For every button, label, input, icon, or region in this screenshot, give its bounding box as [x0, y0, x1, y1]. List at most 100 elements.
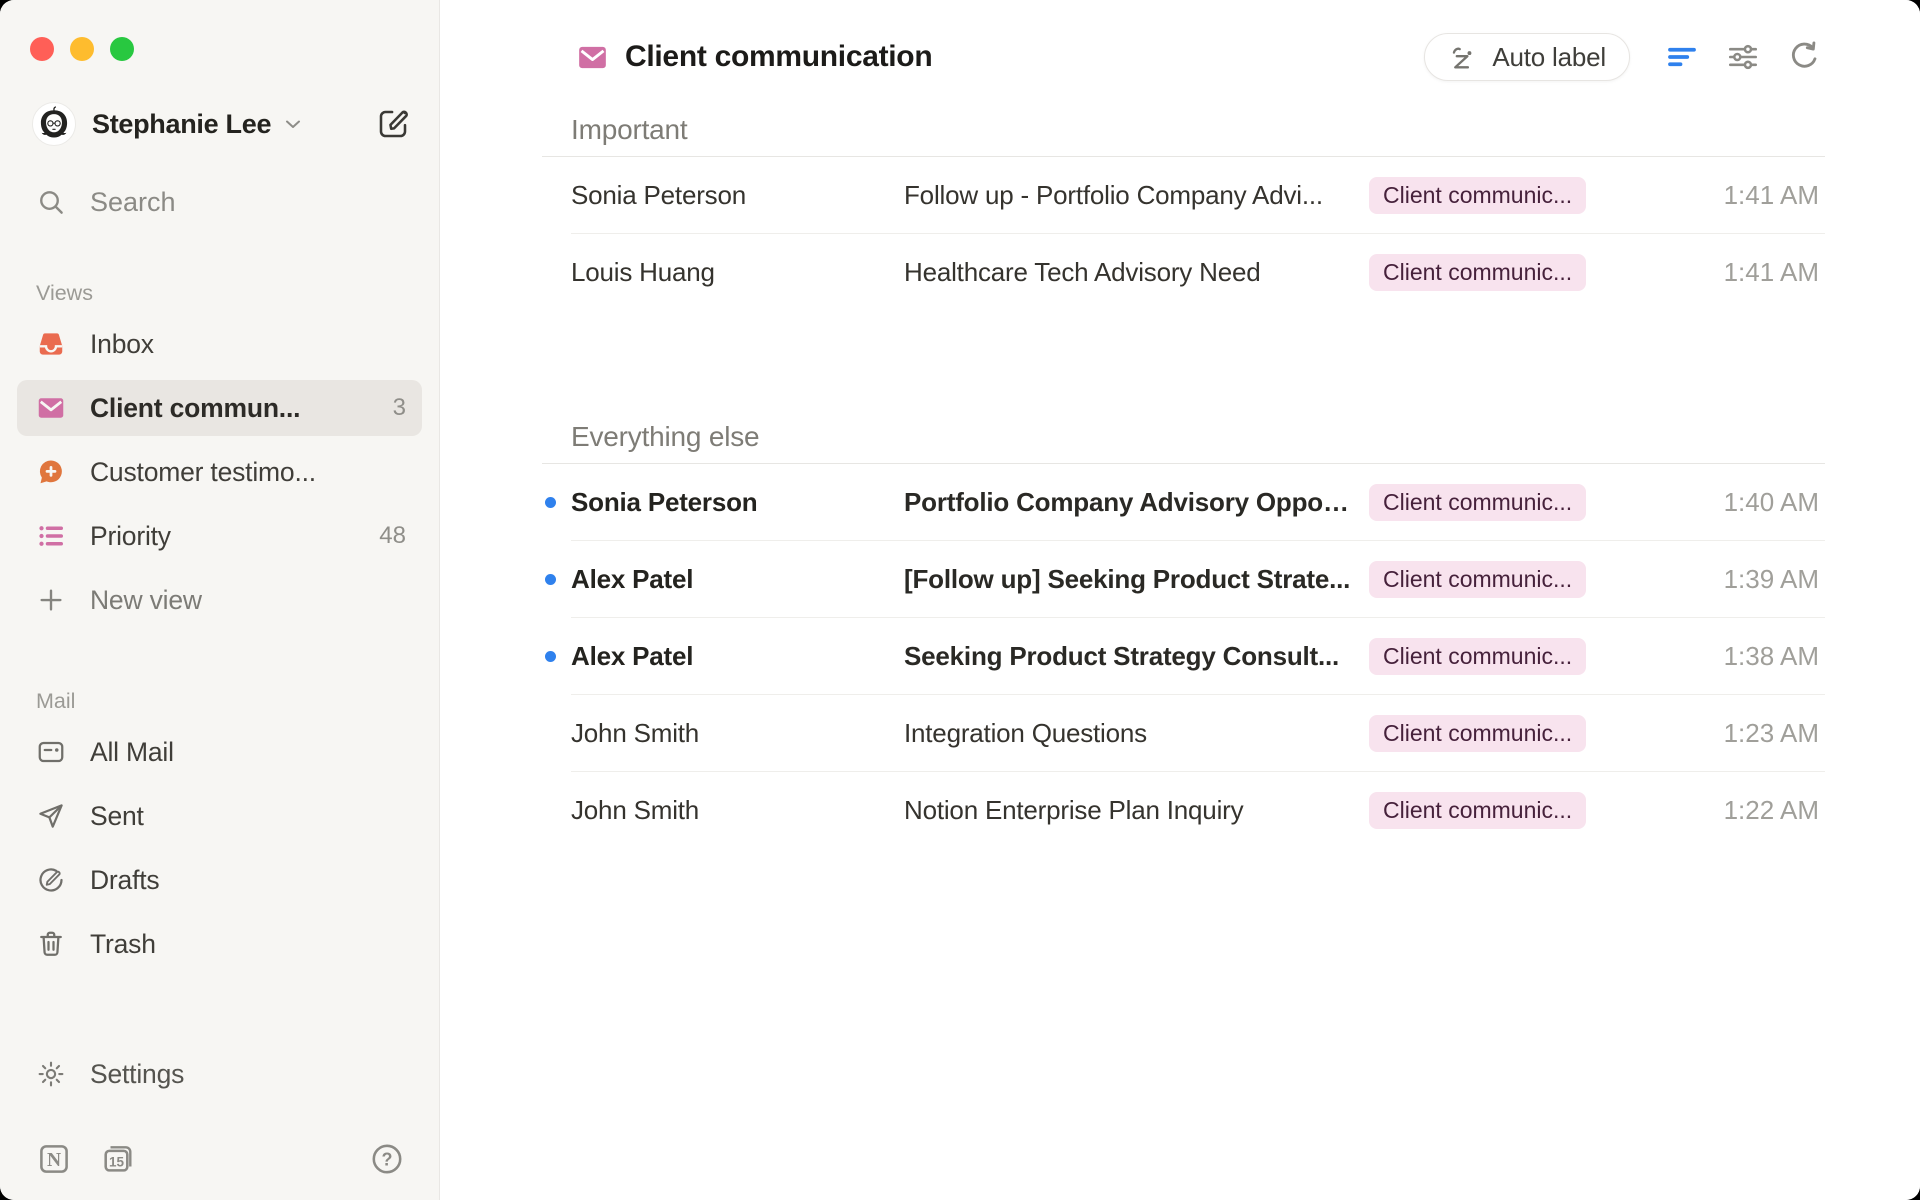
email-subject: Portfolio Company Advisory Oppor... — [904, 487, 1369, 518]
sidebar-item-trash[interactable]: Trash — [17, 916, 422, 972]
calendar-icon[interactable]: 15 — [100, 1141, 136, 1177]
email-section-important: ImportantSonia PetersonFollow up - Portf… — [542, 104, 1825, 311]
unread-count-badge: 3 — [393, 394, 406, 422]
email-list: ImportantSonia PetersonFollow up - Portf… — [542, 104, 1825, 849]
email-time: 1:39 AM — [1724, 564, 1825, 595]
label-envelope-icon — [576, 41, 609, 74]
email-time: 1:22 AM — [1724, 795, 1825, 826]
email-sender: Sonia Peterson — [571, 180, 904, 211]
search-label: Search — [90, 187, 176, 218]
sidebar-item-label: New view — [90, 585, 202, 616]
app-window: Stephanie Lee Search Views Inbox Client c… — [0, 0, 1920, 1200]
main-panel: Client communication Auto label Importan… — [440, 0, 1920, 1200]
chevron-down-icon — [281, 112, 305, 136]
email-subject: Integration Questions — [904, 718, 1369, 749]
email-time: 1:40 AM — [1724, 487, 1825, 518]
email-label-badge[interactable]: Client communic... — [1369, 254, 1586, 291]
views-section-label: Views — [17, 266, 422, 306]
unread-dot — [545, 651, 556, 662]
auto-label-button[interactable]: Auto label — [1424, 33, 1630, 81]
email-sender: Sonia Peterson — [571, 487, 904, 518]
email-sender: Alex Patel — [571, 641, 904, 672]
sidebar-item-label: Drafts — [90, 865, 159, 896]
minimize-button[interactable] — [70, 37, 94, 61]
auto-label-icon — [1448, 42, 1479, 73]
sidebar: Stephanie Lee Search Views Inbox Client c… — [0, 0, 440, 1200]
testimonial-icon — [36, 457, 66, 487]
display-settings-button[interactable] — [1725, 39, 1761, 75]
sidebar-item-client-commun[interactable]: Client commun...3 — [17, 380, 422, 436]
email-time: 1:41 AM — [1724, 180, 1825, 211]
email-section-everything-else: Everything elseSonia PetersonPortfolio C… — [542, 411, 1825, 849]
svg-text:N: N — [47, 1150, 61, 1171]
views-section: Views Inbox Client commun...3 Customer tes… — [17, 266, 422, 636]
plus-icon — [36, 585, 66, 615]
email-label-badge[interactable]: Client communic... — [1369, 177, 1586, 214]
email-row[interactable]: Alex PatelSeeking Product Strategy Consu… — [542, 618, 1825, 695]
sidebar-item-label: Priority — [90, 521, 171, 552]
notion-logo-icon[interactable]: N — [36, 1141, 72, 1177]
sidebar-item-customer-testimo[interactable]: Customer testimo... — [17, 444, 422, 500]
email-label-badge[interactable]: Client communic... — [1369, 792, 1586, 829]
email-subject: Healthcare Tech Advisory Need — [904, 257, 1369, 288]
email-label-badge[interactable]: Client communic... — [1369, 638, 1586, 675]
email-sender: Alex Patel — [571, 564, 904, 595]
email-row[interactable]: John SmithIntegration QuestionsClient co… — [542, 695, 1825, 772]
avatar — [32, 102, 76, 146]
refresh-button[interactable] — [1786, 39, 1822, 75]
sidebar-footer: N 15 ? — [36, 1140, 405, 1178]
envelope-icon — [36, 393, 66, 423]
svg-text:15: 15 — [109, 1154, 125, 1169]
mail-section-label: Mail — [17, 674, 422, 714]
sidebar-item-settings[interactable]: Settings — [17, 1046, 422, 1102]
main-header: Client communication Auto label — [440, 0, 1920, 104]
sidebar-item-label: Sent — [90, 801, 144, 832]
email-time: 1:23 AM — [1724, 718, 1825, 749]
filter-button[interactable] — [1664, 39, 1700, 75]
email-sender: Louis Huang — [571, 257, 904, 288]
email-label-badge[interactable]: Client communic... — [1369, 715, 1586, 752]
email-row[interactable]: Sonia PetersonFollow up - Portfolio Comp… — [542, 157, 1825, 234]
email-subject: Notion Enterprise Plan Inquiry — [904, 795, 1369, 826]
sidebar-item-all-mail[interactable]: All Mail — [17, 724, 422, 780]
priority-icon — [36, 521, 66, 551]
sidebar-item-inbox[interactable]: Inbox — [17, 316, 422, 372]
email-row[interactable]: Alex Patel[Follow up] Seeking Product St… — [542, 541, 1825, 618]
sidebar-item-label: Trash — [90, 929, 156, 960]
mail-section: Mail All Mail Sent Drafts Trash — [17, 674, 422, 980]
unread-dot — [545, 497, 556, 508]
auto-label-text: Auto label — [1492, 42, 1606, 73]
email-subject: Follow up - Portfolio Company Advi... — [904, 180, 1369, 211]
email-row[interactable]: Louis HuangHealthcare Tech Advisory Need… — [542, 234, 1825, 311]
settings-label: Settings — [90, 1059, 184, 1090]
email-time: 1:38 AM — [1724, 641, 1825, 672]
sidebar-item-drafts[interactable]: Drafts — [17, 852, 422, 908]
zoom-button[interactable] — [110, 37, 134, 61]
help-icon[interactable]: ? — [369, 1141, 405, 1177]
svg-text:?: ? — [382, 1149, 393, 1169]
section-title: Important — [542, 104, 1825, 157]
email-sender: John Smith — [571, 795, 904, 826]
compose-button[interactable] — [373, 104, 413, 144]
close-button[interactable] — [30, 37, 54, 61]
unread-dot — [545, 574, 556, 585]
gear-icon — [36, 1059, 66, 1089]
sidebar-item-priority[interactable]: Priority48 — [17, 508, 422, 564]
inbox-icon — [36, 329, 66, 359]
sidebar-item-sent[interactable]: Sent — [17, 788, 422, 844]
sidebar-item-new-view[interactable]: New view — [17, 572, 422, 628]
email-sender: John Smith — [571, 718, 904, 749]
email-label-badge[interactable]: Client communic... — [1369, 484, 1586, 521]
email-row[interactable]: John SmithNotion Enterprise Plan Inquiry… — [542, 772, 1825, 849]
user-name: Stephanie Lee — [92, 109, 271, 140]
email-row[interactable]: Sonia PetersonPortfolio Company Advisory… — [542, 464, 1825, 541]
sent-icon — [36, 801, 66, 831]
email-time: 1:41 AM — [1724, 257, 1825, 288]
search-button[interactable]: Search — [36, 180, 413, 224]
page-title: Client communication — [625, 40, 932, 74]
allmail-icon — [36, 737, 66, 767]
sidebar-item-label: Inbox — [90, 329, 154, 360]
email-subject: Seeking Product Strategy Consult... — [904, 641, 1369, 672]
email-label-badge[interactable]: Client communic... — [1369, 561, 1586, 598]
account-switcher[interactable]: Stephanie Lee — [32, 101, 413, 147]
